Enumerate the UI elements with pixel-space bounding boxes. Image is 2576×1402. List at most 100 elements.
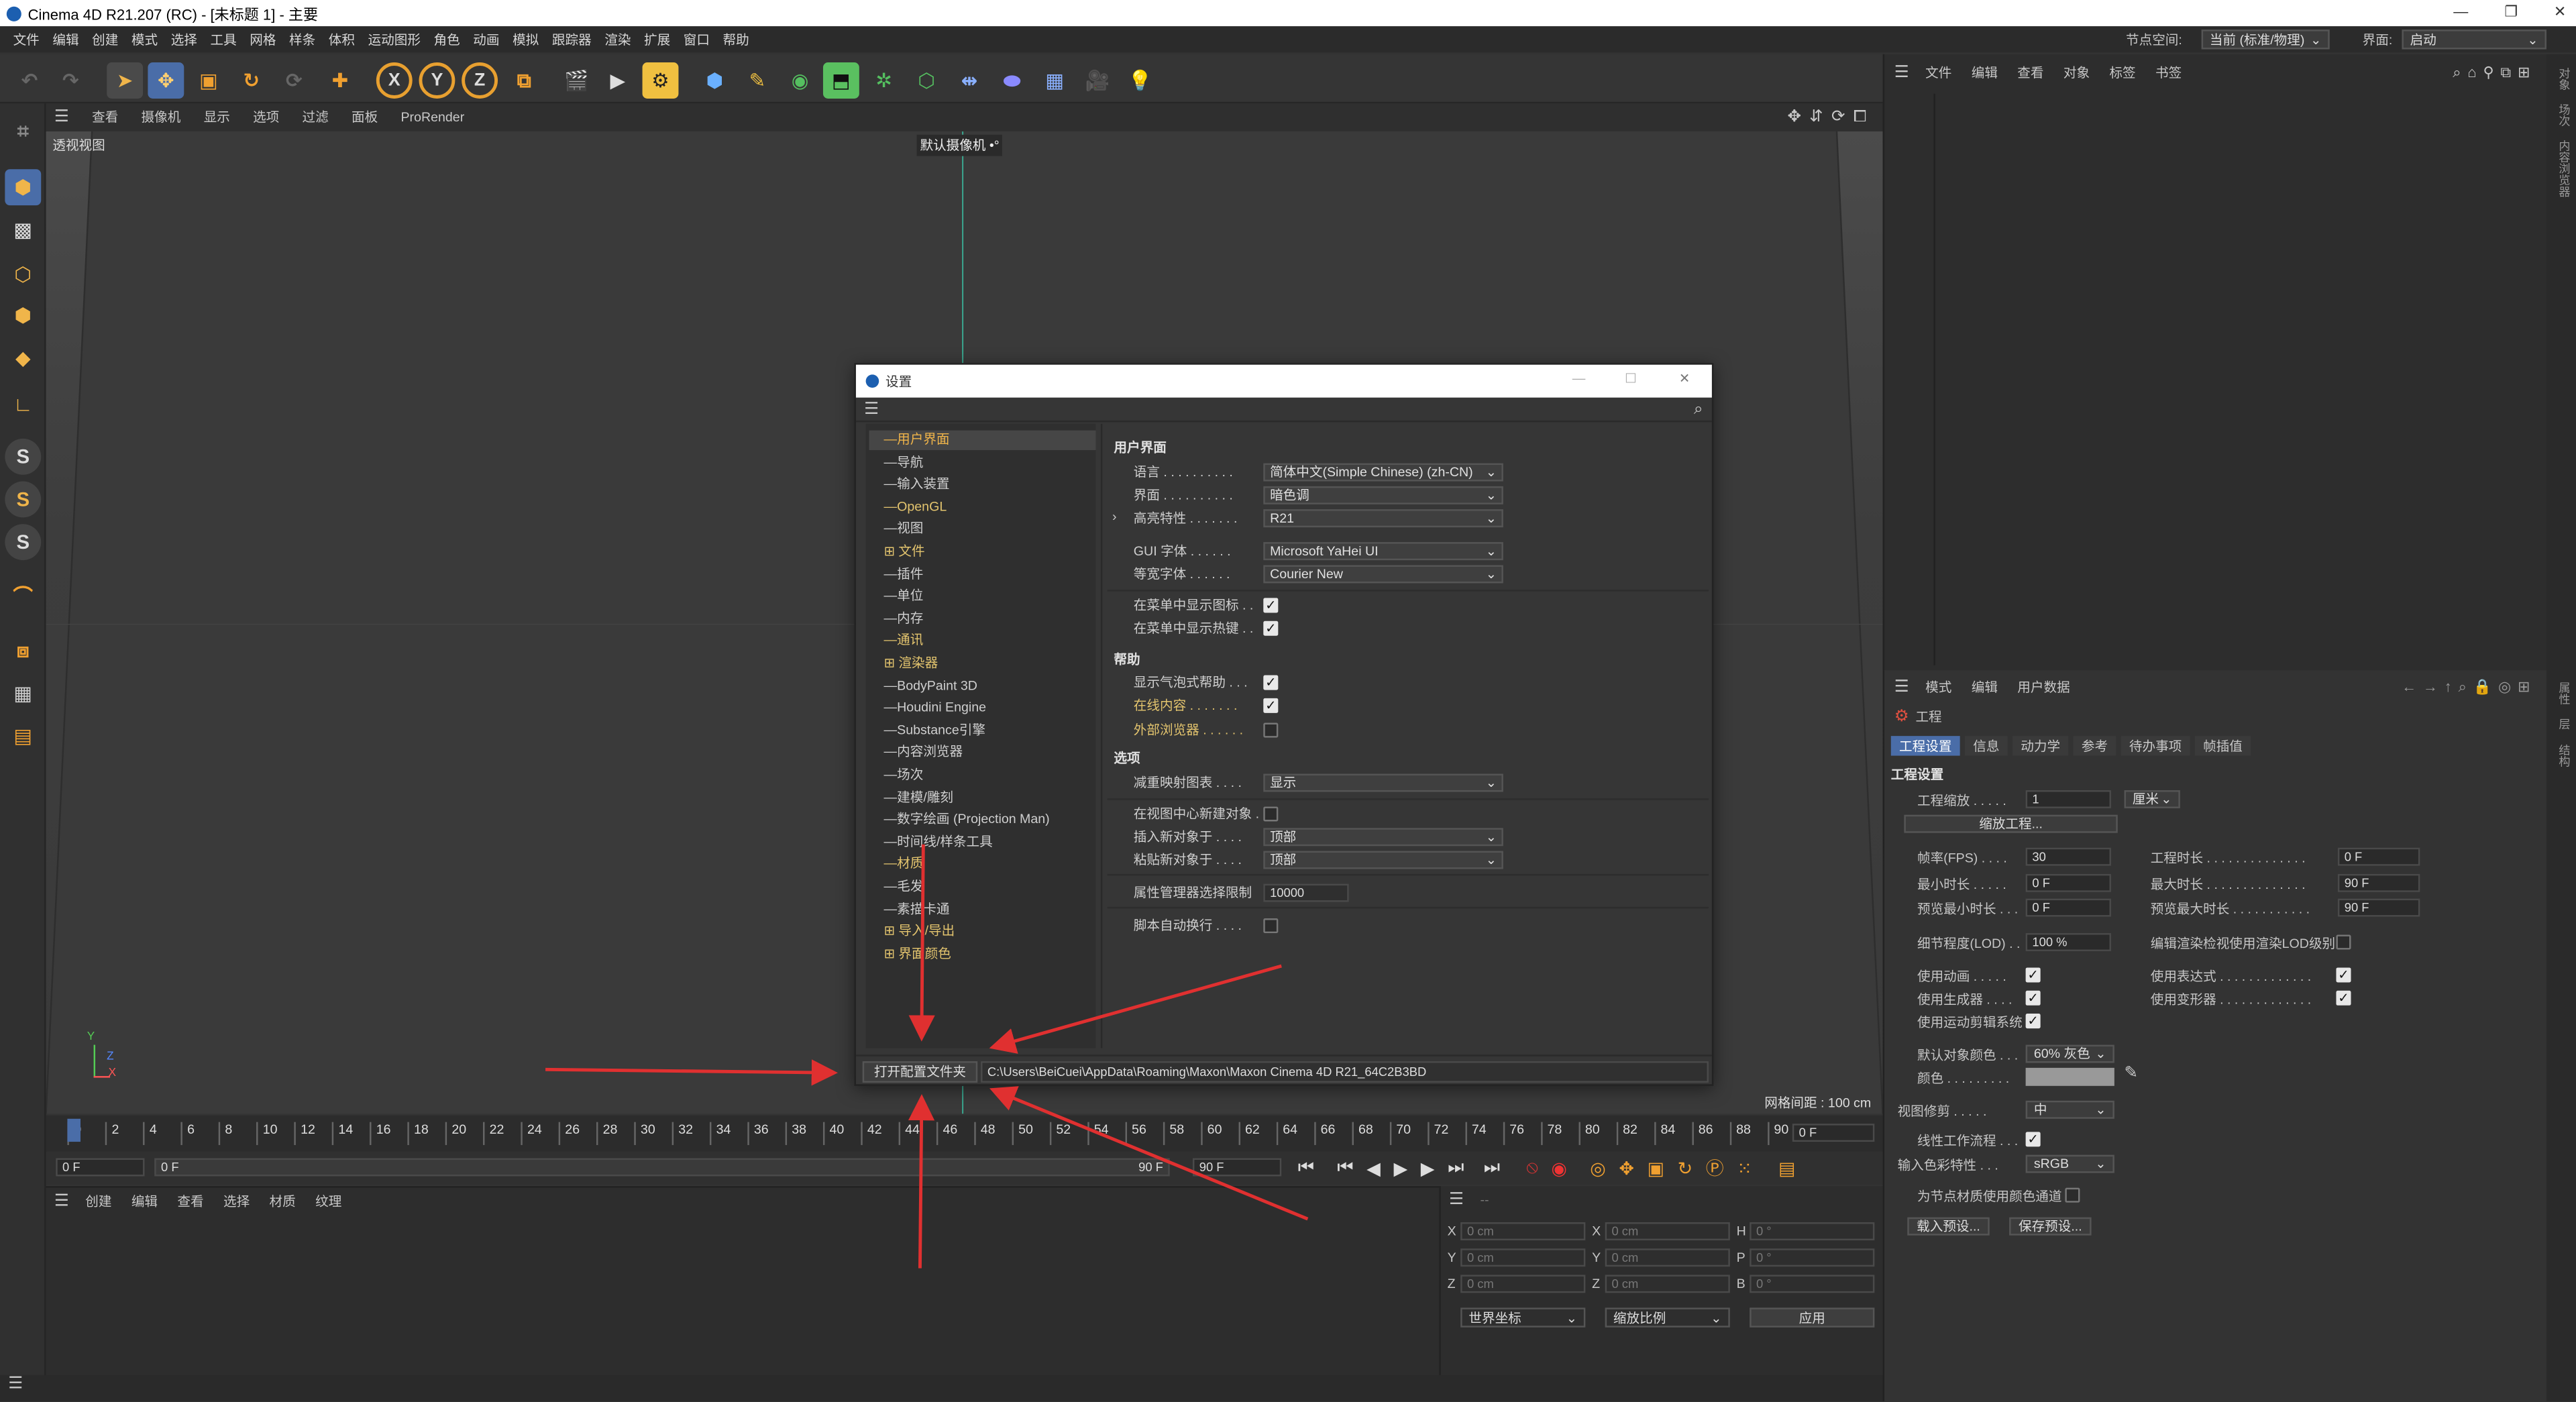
material-menu-material[interactable]: 材质 — [270, 1192, 296, 1210]
tab-info[interactable]: 信息 — [1965, 736, 2008, 756]
undo-icon[interactable]: ↶ — [11, 62, 48, 99]
attr-menu-mode[interactable]: 模式 — [1925, 678, 1951, 696]
menu-select[interactable]: 选择 — [171, 30, 197, 48]
dialog-maximize-button[interactable]: ☐ — [1625, 371, 1637, 386]
cube-icon[interactable]: ⬢ — [696, 62, 733, 99]
coord-pos-field[interactable]: 0 cm — [1460, 1222, 1586, 1240]
menu-spline[interactable]: 样条 — [289, 30, 315, 48]
attr-nav-icons[interactable]: ←→↑⌕🔒◎⊞ — [2402, 678, 2536, 696]
prev-key-icon[interactable]: ⏮ — [1337, 1157, 1353, 1179]
menu-simulate[interactable]: 模拟 — [513, 30, 539, 48]
lod-field[interactable]: 100 % — [2025, 933, 2111, 951]
duration-field[interactable]: 0 F — [2337, 847, 2420, 866]
view-clip-select[interactable]: 中 ⌄ — [2025, 1100, 2114, 1119]
start-frame-field[interactable]: 0 F — [56, 1158, 145, 1177]
recent-tool-icon[interactable]: ⟳ — [276, 62, 312, 99]
viewport-menu-filter[interactable]: 过滤 — [303, 109, 329, 127]
paste-at-select[interactable]: 顶部 ⌄ — [1263, 850, 1503, 869]
tab-interpolation[interactable]: 帧插值 — [2194, 736, 2251, 756]
scale-tool-icon[interactable]: ▣ — [191, 62, 227, 99]
status-hamburger-icon[interactable]: ☰ — [8, 1375, 23, 1393]
edges-mode-icon[interactable]: ⬢ — [5, 297, 41, 333]
tab-dynamics[interactable]: 动力学 — [2012, 736, 2069, 756]
record-keys-icon[interactable]: ⦸ — [1526, 1157, 1538, 1179]
coord-size-field[interactable]: 0 cm — [1605, 1275, 1730, 1293]
material-menu-view[interactable]: 查看 — [177, 1192, 203, 1210]
strip-tab-structure[interactable]: 结构 — [2555, 744, 2571, 767]
keyframe-selection-icon[interactable]: ◎ — [1590, 1157, 1606, 1179]
menu-tools[interactable]: 工具 — [210, 30, 236, 48]
object-menu-tags[interactable]: 标签 — [2109, 63, 2135, 81]
close-button[interactable]: ✕ — [2554, 3, 2566, 21]
light-icon[interactable]: 💡 — [1122, 62, 1159, 99]
open-config-folder-button[interactable]: 打开配置文件夹 — [862, 1061, 978, 1083]
viewport-menu-display[interactable]: 显示 — [204, 109, 230, 127]
object-search-icons[interactable]: ⌕⌂⚲⧉⊞ — [2453, 63, 2536, 81]
coord-size-field[interactable]: 0 cm — [1605, 1222, 1730, 1240]
fps-field[interactable]: 30 — [2025, 847, 2111, 866]
settings-tree-item[interactable]: —材质 — [869, 855, 1096, 874]
attr-menu-userdata[interactable]: 用户数据 — [2017, 678, 2070, 696]
settings-tree-item[interactable]: —Substance引擎 — [869, 721, 1096, 741]
language-select[interactable]: 简体中文(Simple Chinese) (zh-CN) ⌄ — [1263, 462, 1503, 481]
next-frame-icon[interactable]: ▶ — [1421, 1157, 1435, 1179]
coordinate-system-icon[interactable]: ⧉ — [506, 62, 542, 99]
use-deformers-checkbox[interactable]: ✓ — [2336, 990, 2351, 1006]
attr-hamburger-icon[interactable]: ☰ — [1894, 678, 1909, 696]
menu-icons-checkbox[interactable]: ✓ — [1263, 597, 1279, 612]
tab-references[interactable]: 参考 — [2073, 736, 2116, 756]
x-axis-lock-icon[interactable]: X — [376, 62, 413, 99]
render-view-icon[interactable]: 🎬 — [559, 62, 595, 99]
coord-size-field[interactable]: 0 cm — [1605, 1248, 1730, 1267]
dialog-close-button[interactable]: ✕ — [1679, 371, 1690, 386]
locked-workplane-icon[interactable]: ▤ — [5, 718, 41, 754]
subdivision-icon[interactable]: ◉ — [782, 62, 818, 99]
render-settings-icon[interactable]: ⚙ — [642, 62, 679, 99]
viewport-hamburger-icon[interactable]: ☰ — [54, 109, 69, 127]
viewport-menu-prorender[interactable]: ProRender — [400, 110, 464, 125]
soft-selection-icon[interactable]: S — [5, 524, 42, 561]
script-wrap-checkbox[interactable] — [1263, 917, 1279, 932]
scale-field[interactable]: 1 — [2025, 790, 2111, 808]
tab-project-settings[interactable]: 工程设置 — [1890, 736, 1960, 756]
coord-pos-field[interactable]: 0 cm — [1460, 1248, 1586, 1267]
gui-font-select[interactable]: Microsoft YaHei UI ⌄ — [1263, 541, 1503, 559]
scale-project-button[interactable]: 缩放工程... — [1904, 814, 2118, 833]
mono-font-select[interactable]: Courier New ⌄ — [1263, 564, 1503, 583]
linear-workflow-checkbox[interactable]: ✓ — [2025, 1132, 2041, 1147]
strip-tab-content-browser[interactable]: 内容浏览器 — [2555, 140, 2571, 197]
y-axis-lock-icon[interactable]: Y — [419, 62, 455, 99]
magnet-icon[interactable]: ⌒ — [5, 577, 41, 613]
material-menu-texture[interactable]: 纹理 — [315, 1192, 341, 1210]
snap-settings-icon[interactable]: S — [5, 481, 42, 518]
play-icon[interactable]: ▶ — [1393, 1157, 1407, 1179]
prev-frame-icon[interactable]: ◀ — [1366, 1157, 1381, 1179]
coord-rot-field[interactable]: 0 ° — [1750, 1222, 1875, 1240]
viewport-nav-icons[interactable]: ✥⇵⟳⧠ — [1788, 109, 1875, 127]
icons-mode-select[interactable]: 显示 ⌄ — [1263, 773, 1503, 792]
load-preset-button[interactable]: 载入预设... — [1907, 1217, 1990, 1236]
settings-tree-item[interactable]: —毛发 — [869, 877, 1096, 897]
settings-tree-item[interactable]: —输入装置 — [869, 475, 1096, 494]
center-new-checkbox[interactable] — [1263, 806, 1279, 821]
goto-start-icon[interactable]: ⏮ — [1298, 1157, 1314, 1179]
field-icon[interactable]: ⇹ — [951, 62, 987, 99]
color-swatch[interactable] — [2025, 1067, 2114, 1086]
render-picture-viewer-icon[interactable]: ▶ — [600, 62, 636, 99]
motion-system-checkbox[interactable]: ✓ — [2025, 1014, 2041, 1029]
menu-create[interactable]: 创建 — [92, 30, 118, 48]
use-generators-checkbox[interactable]: ✓ — [2025, 990, 2041, 1006]
deformer-icon[interactable]: ⬬ — [994, 62, 1030, 99]
settings-tree-item[interactable]: ⊞ 导入/导出 — [869, 922, 1096, 941]
bubble-help-checkbox[interactable]: ✓ — [1263, 674, 1279, 690]
config-path-field[interactable]: C:\Users\BeiCuei\AppData\Roaming\Maxon\M… — [981, 1061, 1709, 1083]
interface-select[interactable]: 启动 ⌄ — [2402, 30, 2546, 50]
workplane-icon[interactable]: ⧈ — [5, 633, 41, 669]
points-mode-icon[interactable]: ⬡ — [5, 256, 41, 292]
settings-tree-item[interactable]: —插件 — [869, 564, 1096, 584]
move-tool-icon[interactable]: ✥ — [148, 62, 184, 99]
material-menu-create[interactable]: 创建 — [85, 1192, 111, 1210]
menu-hotkeys-checkbox[interactable]: ✓ — [1263, 620, 1279, 635]
key-pla-icon[interactable]: ⁙ — [1737, 1157, 1752, 1179]
redo-icon[interactable]: ↷ — [52, 62, 89, 99]
